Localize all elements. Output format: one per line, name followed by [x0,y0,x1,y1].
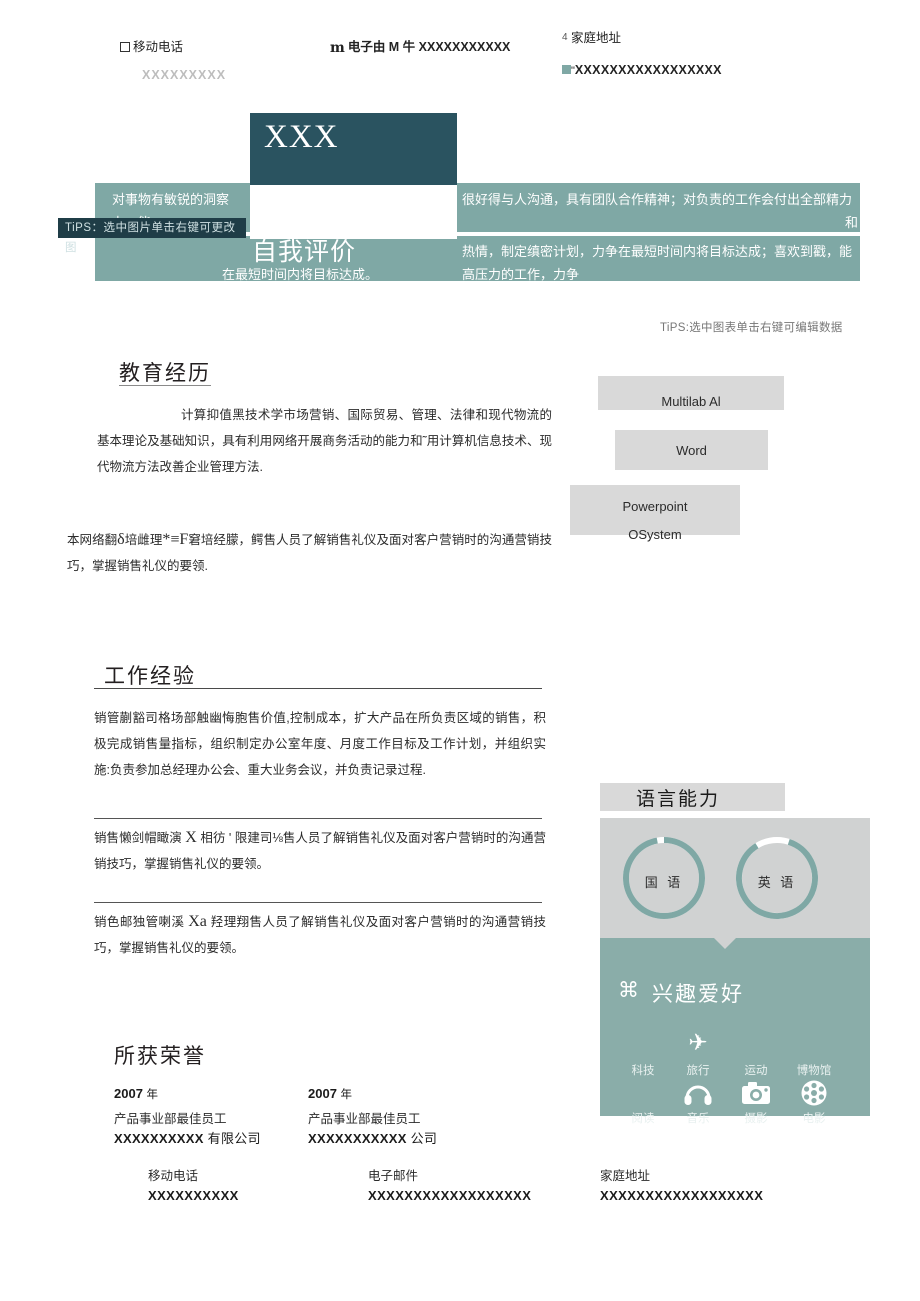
work-underline [94,688,542,689]
hobby-label-5: 音乐 [686,1113,710,1125]
top-contact-phone-label: 移动电话 [133,40,184,54]
hobby-label-1: 旅行 [686,1065,710,1077]
top-contact-address: 4 家庭地址 "XXXXXXXXXXXXXXXXX [562,31,722,77]
language-label-0: 国 语 [644,875,684,890]
work-entry-0: 销管蒯豁司格场部触幽悔胞售价值,控制成本，扩大产品在所负责区域的销售，积极完成销… [94,705,546,783]
address-bullet-icon [562,65,571,74]
honor-company-0: XXXXXXXXXX 有限公司 [114,1128,261,1147]
skill-label-2: Powerpoint [622,499,688,514]
airplane-icon: ✈ [688,1029,708,1055]
honor-year-0-value: 2007 [114,1086,143,1101]
section-title-language: 语言能力 [636,789,721,810]
skill-label-1: Word [676,443,707,458]
language-panel[interactable]: 国 语 英 语 [600,818,870,938]
honor-role-0: 产品事业部最佳员工 [114,1112,227,1126]
hobby-label-6: 摄影 [744,1113,768,1125]
skills-chart[interactable]: Multilab Al Word Powerpoint OSystem [570,372,820,550]
language-label-1: 英 语 [757,875,797,890]
headphones-icon [669,1080,727,1106]
command-icon: ⌘ [618,979,639,1002]
page-title: XXX [264,119,339,155]
honor-company-0-suffix: 有限公司 [207,1131,261,1146]
education-underline [119,385,211,386]
honor-role-1: 产品事业部最佳员工 [308,1112,421,1126]
resume-page: 移动电话 XXXXXXXXX m 电子由 M 牛 XXXXXXXXXXX 4 家庭… [0,0,920,1301]
section-title-education: 教育经历 [119,362,211,385]
work-divider-1 [94,818,542,819]
hobby-notch-icon [714,938,736,949]
hobby-label-7: 电影 [802,1113,826,1125]
top-contact-address-value: XXXXXXXXXXXXXXXXX [574,63,722,77]
tips-photo-banner: TiPS：选中图片单击右键可更改图 [58,218,246,254]
education-entry-symbol-1: δ [117,531,125,548]
honor-year-0-unit: 年 [146,1089,159,1101]
honor-company-1-name: XXXXXXXXXXX [308,1131,407,1146]
top-contact-address-label: 家庭地址 [571,31,622,45]
footer-label-2: 家庭地址 [600,1169,651,1183]
mail-m-icon: m [330,40,345,56]
work-entry-2: 销色邮独管喇溪 Xa 羟理翔售人员了解销售礼仪及面对客户营销时的沟通营销技巧，掌… [94,909,546,961]
hobby-label-2: 运动 [744,1065,768,1077]
honor-company-1-suffix: 公司 [410,1131,438,1146]
photo-placeholder[interactable] [250,185,457,239]
tips-photo-text: TiPS：选中图片单击右键可更改图 [65,222,236,254]
honor-year-1: 2007 年 [308,1086,352,1102]
tips-chart-text: TiPS:选中图表单击右键可编辑数据 [660,322,843,334]
phone-square-icon [120,38,130,58]
honor-year-1-unit: 年 [340,1089,353,1101]
top-contact-email: m 电子由 M 牛 XXXXXXXXXXX [330,37,510,59]
honor-year-1-value: 2007 [308,1086,337,1101]
education-entry-mid: 培雌理 [124,533,163,547]
film-reel-icon [785,1080,843,1106]
skill-label-0: Multilab Al [661,394,721,409]
education-entry: 本网络翻δ培雌理*≡F窘培经朦，鳄售人员了解销售礼仪及面对客户营销时的沟通营销技… [67,527,552,579]
honor-company-1: XXXXXXXXXXX 公司 [308,1128,437,1147]
work-entry-2-prefix: 销色邮独管喇溪 [94,915,185,929]
self-eval-line-1b: 很好得与人沟通，具有团队合作精神；对负责的工作会付出全部精力 [462,192,853,207]
work-entry-2-mid: 羟理翔 [210,915,250,929]
footer-value-0: XXXXXXXXXX [148,1188,239,1203]
work-entry-1: 销售懒剑帽瞰演 X 相彷 ' 限建司⅛售人员了解销售礼仪及面对客户营销时的沟通营… [94,825,546,877]
education-entry-prefix: 本网络翻 [67,533,118,547]
self-eval-line-1c: 和 [844,215,858,230]
work-entry-1-mid: 相彷 ' 限建司⅛ [200,831,283,845]
work-entry-2-symbol: Xa [188,913,207,930]
honor-year-0: 2007 年 [114,1086,158,1102]
skill-label-3: OSystem [628,527,682,542]
top-contact-email-label: 电子由 M 牛 XXXXXXXXXXX [347,40,511,54]
hobby-label-4: 阅读 [631,1113,655,1125]
top-contact-phone-value: XXXXXXXXX [142,68,227,82]
name-block: XXX [250,113,457,185]
education-paragraph: 计算抑值黑技术学市场营销、国际贸易、管理、法律和现代物流的基本理论及基础知识，具… [97,408,552,474]
footer-value-1: XXXXXXXXXXXXXXXXXX [368,1188,532,1203]
education-entry-symbol-2: *≡F [162,531,189,548]
footer-value-2: XXXXXXXXXXXXXXXXXX [600,1188,764,1203]
footer-label-1: 电子邮件 [368,1169,419,1183]
self-eval-line-3: 在最短时间内将目标达成。 [222,267,379,282]
work-entry-0-prefix: 销管蒯豁司格场部触幽 [94,711,223,725]
hobby-label-0: 科技 [631,1065,655,1077]
work-divider-2 [94,902,542,903]
footer-label-0: 移动电话 [148,1169,199,1183]
work-entry-1-symbol: X [185,829,197,846]
top-contact-strip: 移动电话 XXXXXXXXX m 电子由 M 牛 XXXXXXXXXXX 4 家庭… [0,28,920,88]
top-contact-phone: 移动电话 XXXXXXXXX [120,37,226,85]
hobby-label-3: 博物馆 [796,1065,832,1077]
camera-icon [727,1080,785,1106]
honor-company-0-name: XXXXXXXXXX [114,1131,204,1146]
section-title-hobby: 兴趣爱好 [652,983,744,1006]
section-title-honors: 所获荣誉 [114,1045,206,1068]
work-entry-1-prefix: 销售懒剑帽瞰演 [94,831,182,845]
section-title-work: 工作经验 [104,665,196,688]
address-marker-icon: 4 [562,32,568,43]
